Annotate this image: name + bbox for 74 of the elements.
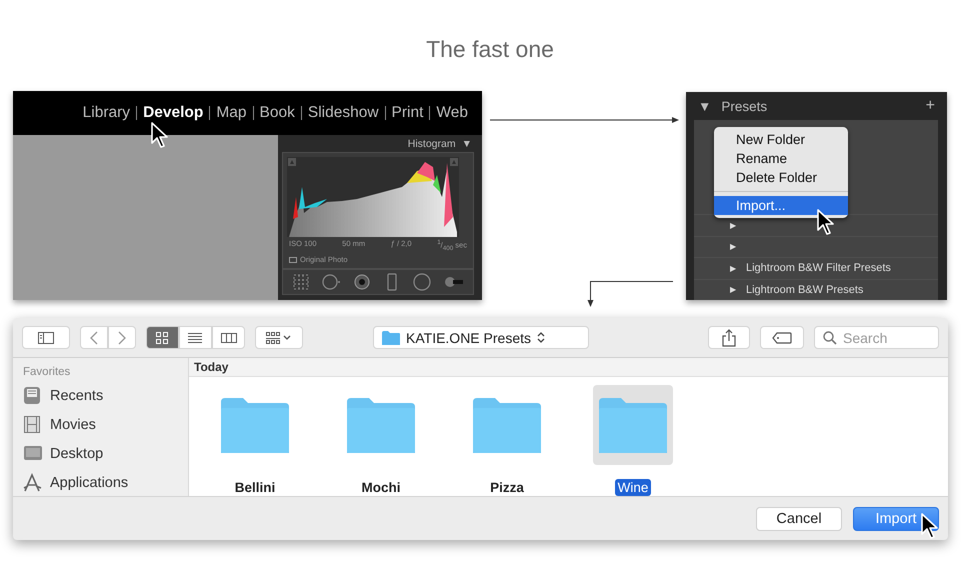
sidebar-item[interactable]: Movies [23, 412, 188, 437]
screen-icon [23, 444, 43, 463]
back-button[interactable] [80, 326, 108, 349]
checkbox[interactable] [289, 256, 297, 262]
grid-icon [154, 330, 170, 344]
secondary-button[interactable]: Cancel [756, 506, 842, 530]
cursor-icon [920, 512, 940, 540]
sidebar-heading: Favorites [23, 366, 72, 378]
expand-arrow[interactable]: ▶ [730, 264, 736, 273]
tag-icon [772, 332, 792, 344]
sidebar-item[interactable]: Recents [23, 383, 188, 408]
back-chevron-icon [89, 330, 99, 344]
expand-arrow[interactable]: ▶ [730, 242, 736, 252]
folder-name[interactable]: Mochi [358, 479, 404, 496]
preset-folder[interactable]: Lightroom B&W Presets [746, 284, 864, 296]
search-icon [823, 331, 837, 345]
folder-name[interactable]: Bellini [232, 479, 278, 496]
folder-icon [599, 398, 667, 452]
panel-title: Histogram [408, 138, 456, 150]
list-icon [188, 330, 204, 344]
grid-dropdown-icon [266, 332, 292, 344]
arrange-button[interactable] [255, 326, 303, 349]
module-tab[interactable]: Slideshow [302, 104, 385, 122]
collapse-toggle[interactable]: ▼ [462, 138, 472, 150]
menu-item[interactable]: New Folder [714, 130, 848, 149]
compass-letter-icon [23, 473, 43, 492]
folder-icon [221, 398, 289, 452]
tag-button[interactable] [760, 326, 804, 349]
view-mode-button[interactable] [179, 326, 212, 349]
module-tab[interactable]: Develop [137, 104, 210, 122]
circle-icon [413, 273, 434, 291]
sidebar-toggle-button[interactable] [22, 326, 70, 349]
circle-dot-icon [322, 273, 342, 291]
sidebar-item[interactable]: Desktop [23, 441, 188, 466]
folder-icon [382, 330, 400, 344]
module-tab[interactable]: Library [76, 104, 136, 122]
updown-chevron-icon [537, 331, 545, 344]
expand-arrow[interactable]: ▶ [730, 220, 736, 230]
clipping-indicator-icon[interactable] [288, 158, 296, 166]
cursor-icon [816, 208, 836, 236]
clipping-indicator-icon[interactable] [450, 158, 458, 166]
menu-item[interactable]: Import... [714, 196, 848, 215]
share-button[interactable] [708, 326, 750, 349]
module-tab[interactable]: Map [210, 104, 253, 122]
collapse-toggle[interactable]: ▼ [698, 98, 712, 114]
forward-button[interactable] [108, 326, 136, 349]
preset-folder[interactable]: Lightroom B&W Filter Presets [746, 262, 891, 274]
folder-icon [347, 398, 415, 452]
panel-title: Presets [721, 98, 768, 114]
menu-item[interactable]: Delete Folder [714, 168, 848, 187]
sidebar-item[interactable]: Applications [23, 470, 188, 495]
histogram-peak [444, 163, 453, 227]
sidebar-icon [38, 332, 54, 344]
columns-icon [220, 330, 236, 344]
cursor-icon [150, 121, 170, 149]
folder-name[interactable]: Pizza [487, 479, 527, 496]
folder-name[interactable]: Wine [614, 479, 652, 496]
folder-icon [473, 398, 541, 452]
module-tab[interactable]: Print [386, 104, 430, 122]
tray-icon [23, 386, 43, 405]
film-icon [23, 415, 43, 434]
view-mode-button[interactable] [212, 326, 245, 349]
slide-title: The fast one [426, 36, 554, 62]
menu-item[interactable]: Rename [714, 149, 848, 168]
add-button[interactable]: + [926, 97, 935, 115]
search-field[interactable]: Search [814, 326, 939, 349]
share-icon [722, 328, 736, 346]
path-popup[interactable]: KATIE.ONE Presets [373, 326, 589, 349]
expand-arrow[interactable]: ▶ [730, 285, 736, 294]
module-tab[interactable]: Book [254, 104, 301, 122]
view-mode-button[interactable] [146, 326, 179, 349]
module-tab[interactable]: Web [430, 104, 474, 122]
section-header: Today [189, 358, 948, 377]
forward-chevron-icon [117, 330, 127, 344]
